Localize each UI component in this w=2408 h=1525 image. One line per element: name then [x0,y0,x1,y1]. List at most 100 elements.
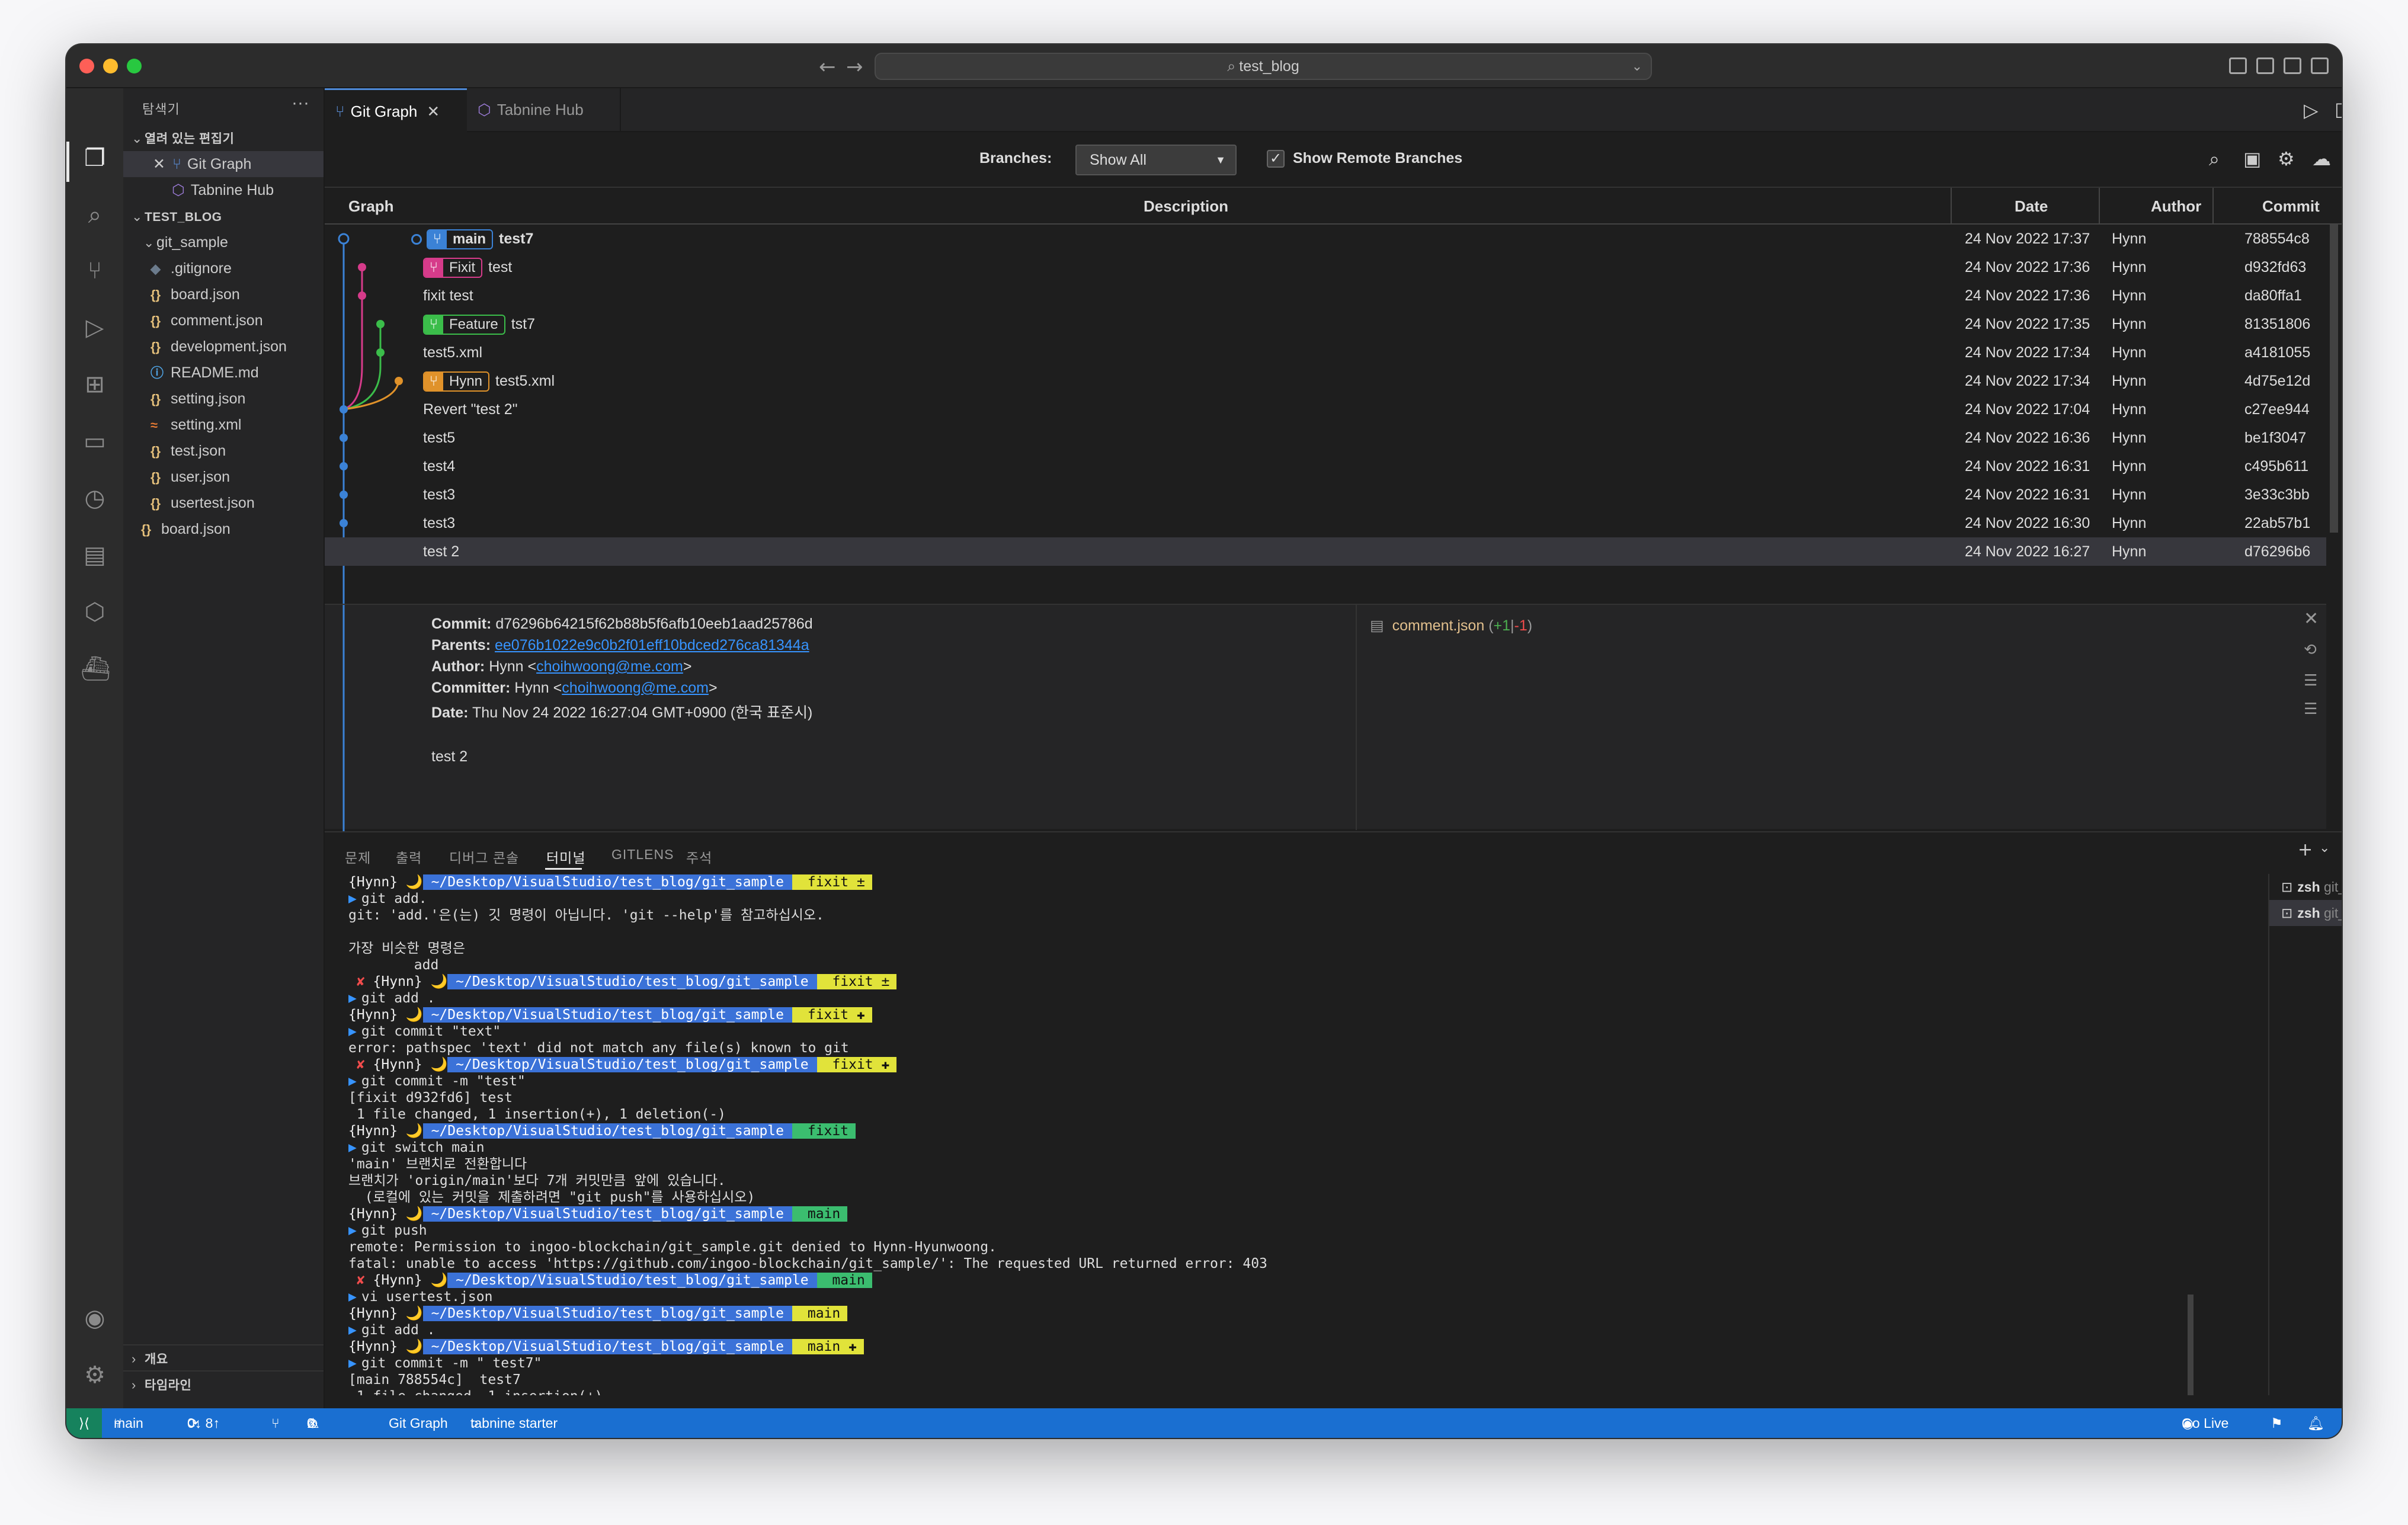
author-email-link[interactable]: choihwoong@me.com [536,658,683,675]
split-editor-icon[interactable]: ◫ [2335,98,2342,120]
commit-row[interactable]: Revert "test 2" 24 Nov 2022 17:04 Hynn c27e… [325,395,2326,424]
feedback-icon[interactable]: ⚑ [2271,1408,2283,1438]
git-graph-status[interactable]: Git Graph [389,1408,448,1438]
back-arrow-icon[interactable]: ← [819,55,836,79]
file-item[interactable]: ≈ setting.xml [123,412,324,438]
committer-email-link[interactable]: choihwoong@me.com [562,680,709,696]
close-window-button[interactable] [79,59,94,73]
terminal-scrollbar[interactable] [2188,1295,2194,1395]
run-icon[interactable]: ▷ [2304,99,2319,121]
account-icon[interactable]: ◉ [81,1304,109,1332]
file-list-icon[interactable]: ☰ [2304,700,2317,718]
commit-row[interactable]: test 2 24 Nov 2022 16:27 Hynn d76296b6 [325,537,2326,566]
branch-badge[interactable]: ⑂ Feature [423,315,505,335]
terminal-icon[interactable]: ▣ [2243,148,2261,170]
tab-git-graph[interactable]: ⑂ Git Graph ✕ [325,88,467,132]
search-icon[interactable]: ⌕ [81,201,109,229]
open-editor-git-graph[interactable]: ✕ ⑂ Git Graph [123,151,324,177]
file-item[interactable]: {} development.json [123,334,324,360]
run-debug-icon[interactable]: ▷ [81,313,109,342]
branch-select[interactable]: Show All ▼ [1075,145,1237,175]
toggle-secondary-sidebar-icon[interactable] [2284,57,2301,74]
open-editors-header[interactable]: ⌄ 열려 있는 편집기 [123,125,324,151]
file-item[interactable]: {} setting.json [123,386,324,412]
toggle-panel-icon[interactable] [2256,57,2274,74]
commit-row[interactable]: ⑂ main test7 24 Nov 2022 17:37 Hynn 788554c8 [325,225,2326,253]
commit-row[interactable]: ⑂ Fixit test 24 Nov 2022 17:36 Hynn d932fd63 [325,253,2326,281]
file-item[interactable]: {} comment.json [123,307,324,334]
changed-file[interactable]: ▤ comment.json (+1|-1) [1370,617,1532,635]
forward-arrow-icon[interactable]: → [846,55,863,79]
git-graph-status-icon[interactable]: ⑂ [271,1408,280,1438]
project-manager-icon[interactable]: ▤ [81,541,109,569]
close-icon[interactable]: ✕ [153,156,165,172]
commit-row[interactable]: fixit test 24 Nov 2022 17:36 Hynn da80ffa1 [325,281,2326,310]
tab-output[interactable]: 출력 [396,847,422,867]
show-remote-checkbox[interactable]: ✓ [1267,150,1285,168]
close-icon[interactable]: ✕ [427,102,440,120]
chevron-down-icon[interactable]: ⌄ [2319,841,2330,856]
file-item[interactable]: {} usertest.json [123,490,324,516]
commit-row[interactable]: test4 24 Nov 2022 16:31 Hynn c495b611 [325,452,2326,480]
view-tree-icon[interactable]: ⟲ [2304,640,2317,659]
fetch-icon[interactable]: ☁ [2312,148,2331,170]
zoom-window-button[interactable] [127,59,142,73]
notifications-bell-icon[interactable]: 🔔︎ [2307,1408,2324,1438]
terminal-item[interactable]: ⊡zsh git_sa... [2269,874,2342,900]
source-control-icon[interactable]: ⑂ [81,257,109,285]
command-center[interactable]: ⌕ test_blog ⌄ [875,53,1652,80]
commit-row[interactable]: ⑂ Feature tst7 24 Nov 2022 17:35 Hynn 8135180… [325,310,2326,338]
commit-row[interactable]: test3 24 Nov 2022 16:31 Hynn 3e33c3bb [325,480,2326,509]
toggle-sidebar-icon[interactable] [2229,57,2247,74]
terminal-output[interactable]: {Hynn} 🌙 ~/Desktop/VisualStudio/test_blog… [348,874,2209,1395]
tabnine-icon[interactable]: ⬡ [81,598,109,626]
find-icon[interactable]: ⌕ [2209,148,2220,171]
new-terminal-icon[interactable]: + [2298,840,2313,860]
terminal-item[interactable]: ⊡zsh git_sa... [2269,900,2342,926]
settings-gear-icon[interactable]: ⚙ [2278,148,2295,170]
commit-row[interactable]: ⑂ Hynn test5.xml 24 Nov 2022 17:34 Hynn 4d75e… [325,367,2326,395]
file-item[interactable]: {} test.json [123,438,324,464]
terminal-line: [fixit d932fd6] test [348,1090,513,1106]
timeline-section[interactable]: › 타임라인 [123,1370,324,1396]
branch-badge[interactable]: ⑂ Fixit [423,258,482,278]
extensions-icon[interactable]: ⊞ [81,370,109,399]
tab-terminal[interactable]: 터미널 [546,847,585,867]
file-item[interactable]: {} board.json [123,281,324,307]
branch-icon: ⑂ [428,230,447,249]
folder-git-sample[interactable]: ⌄ git_sample [123,229,324,255]
tab-tabnine-hub[interactable]: ⬡ Tabnine Hub [467,88,621,132]
commit-row[interactable]: test3 24 Nov 2022 16:30 Hynn 22ab57b1 [325,509,2326,537]
remote-explorer-icon[interactable]: ▭ [81,427,109,456]
outline-section[interactable]: › 개요 [123,1344,324,1370]
more-actions-icon[interactable]: ··· [292,93,309,113]
file-item[interactable]: {} user.json [123,464,324,490]
commit-row[interactable]: test5 24 Nov 2022 16:36 Hynn be1f3047 [325,424,2326,452]
parent-commit-link[interactable]: ee076b1022e9c0b2f01eff10bdced276ca81344a [495,637,809,653]
tab-comments[interactable]: 주석 [686,847,712,867]
explorer-icon[interactable]: ❐ [81,144,109,172]
project-header[interactable]: ⌄ TEST_BLOG [123,203,324,229]
commit-row[interactable]: test5.xml 24 Nov 2022 17:34 Hynn a4181055 [325,338,2326,367]
tab-gitlens[interactable]: GITLENS [611,847,674,863]
settings-gear-icon[interactable]: ⚙ [81,1361,109,1389]
customize-layout-icon[interactable] [2311,57,2329,74]
close-icon[interactable]: ✕ [2304,608,2319,629]
tab-problems[interactable]: 문제 [345,847,371,867]
commit-list-scrollbar[interactable] [2330,225,2338,533]
editor-area: ⑂Git Graph✕ ⬡Tabnine Hub ▷ ◫ ··· Branche… [325,88,2342,1408]
file-item[interactable]: ◆ .gitignore [123,255,324,281]
file-item[interactable]: {} board.json [123,516,324,542]
prompt-arrow-icon: ▶ [348,1024,357,1039]
gitlens-icon[interactable]: ◷ [81,484,109,512]
open-editor-tabnine-hub[interactable]: ⬡ Tabnine Hub [123,177,324,203]
remote-indicator-icon[interactable]: ⟩⟨ [66,1408,102,1438]
branch-badge[interactable]: ⑂ Hynn [423,371,490,392]
file-tree-icon[interactable]: ☰ [2304,671,2317,690]
branch-badge[interactable]: ⑂ main [427,229,494,250]
docker-icon[interactable]: ⛴ [81,655,111,683]
file-item[interactable]: ⓘ README.md [123,360,324,386]
commit-author: Hynn [2112,287,2147,304]
minimize-window-button[interactable] [103,59,118,73]
tab-debug-console[interactable]: 디버그 콘솔 [449,847,519,867]
